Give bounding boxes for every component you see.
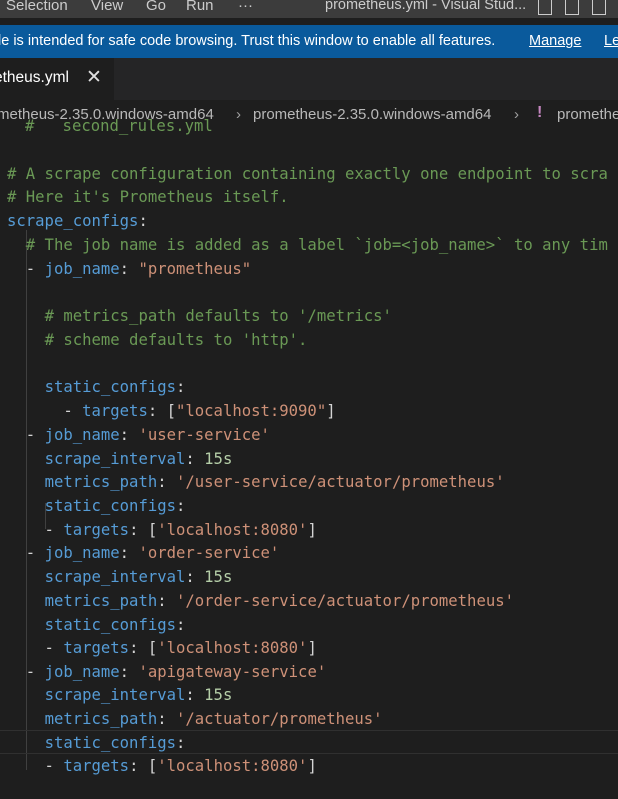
yaml-value: 'localhost:8080' xyxy=(157,757,308,775)
menu-go[interactable]: Go xyxy=(146,0,166,14)
menu-selection[interactable]: Selection xyxy=(6,0,68,14)
yaml-value: 15s xyxy=(204,450,233,468)
banner-message: le is intended for safe code browsing. T… xyxy=(0,33,496,49)
code-line: - job_name: 'order-service' xyxy=(7,544,280,562)
toggle-panel-icon[interactable] xyxy=(565,0,579,15)
yaml-key: metrics_path xyxy=(44,592,158,610)
code-line: static_configs: xyxy=(44,734,186,752)
yaml-key: static_configs xyxy=(44,497,176,515)
yaml-key: scrape_interval xyxy=(44,568,186,586)
code-line: metrics_path: '/actuator/prometheus' xyxy=(44,710,383,728)
comment: # second_rules.yml xyxy=(25,118,213,135)
code-line: scrape_interval: 15s xyxy=(44,450,233,468)
title-bar: Selection View Go Run ··· prometheus.yml… xyxy=(0,0,618,18)
toggle-sidebar-icon[interactable] xyxy=(538,0,552,15)
code-line: - job_name: 'user-service' xyxy=(7,426,270,444)
toggle-secondary-sidebar-icon[interactable] xyxy=(592,0,606,15)
yaml-key: scrape_interval xyxy=(44,450,186,468)
code-line: # A scrape configuration containing exac… xyxy=(7,163,608,186)
yaml-key: static_configs xyxy=(44,616,176,634)
menu-more[interactable]: ··· xyxy=(238,0,253,14)
code-line: static_configs: xyxy=(44,378,186,396)
code-line: # metrics_path defaults to '/metrics' xyxy=(7,305,392,328)
code-line: - job_name: "prometheus" xyxy=(7,260,252,278)
yaml-value: 'user-service' xyxy=(138,426,270,444)
yaml-value: "localhost:9090" xyxy=(176,402,327,420)
yaml-value: 15s xyxy=(204,568,233,586)
yaml-key: targets xyxy=(63,757,130,775)
code-line: # The job name is added as a label `job=… xyxy=(7,234,608,257)
code-line: metrics_path: '/user-service/actuator/pr… xyxy=(44,473,505,491)
code-line: - targets: ['localhost:8080'] xyxy=(7,521,317,539)
code-line: # Here it's Prometheus itself. xyxy=(7,186,289,209)
manage-link[interactable]: Manage xyxy=(529,33,581,49)
code-line: static_configs: xyxy=(44,497,186,515)
menu-run[interactable]: Run xyxy=(186,0,214,14)
yaml-key: metrics_path xyxy=(44,710,158,728)
yaml-key: job_name xyxy=(44,544,120,562)
yaml-value: 'apigateway-service' xyxy=(138,663,327,681)
yaml-key: targets xyxy=(82,402,148,420)
yaml-key: static_configs xyxy=(44,734,176,752)
code-line: - job_name: 'apigateway-service' xyxy=(7,663,327,681)
code-line: - targets: ['localhost:8080'] xyxy=(7,639,317,657)
yaml-value: '/actuator/prometheus' xyxy=(176,710,383,728)
code-line: static_configs: xyxy=(44,616,186,634)
tab-label: etheus.yml xyxy=(0,69,69,86)
tab-prometheus-yml[interactable]: etheus.yml ✕ xyxy=(0,58,114,100)
menu-view[interactable]: View xyxy=(91,0,123,14)
yaml-key: job_name xyxy=(44,663,120,681)
code-line: - targets: ["localhost:9090"] xyxy=(7,402,336,420)
yaml-value: '/user-service/actuator/prometheus' xyxy=(176,473,505,491)
yaml-value: "prometheus" xyxy=(138,260,252,278)
code-line: scrape_interval: 15s xyxy=(44,686,233,704)
yaml-key: targets xyxy=(63,521,130,539)
code-line: scrape_configs: xyxy=(7,212,148,230)
yaml-value: '/order-service/actuator/prometheus' xyxy=(176,592,514,610)
tab-bar: etheus.yml ✕ xyxy=(0,58,618,100)
restricted-mode-banner: le is intended for safe code browsing. T… xyxy=(0,25,618,58)
code-line: # scheme defaults to 'http'. xyxy=(7,329,308,352)
learn-more-link[interactable]: Le xyxy=(604,33,618,49)
code-line: # second_rules.yml xyxy=(7,118,213,138)
code-line: metrics_path: '/order-service/actuator/p… xyxy=(44,592,514,610)
yaml-key: scrape_configs xyxy=(7,212,139,230)
yaml-key: job_name xyxy=(44,260,120,278)
yaml-value: 'order-service' xyxy=(138,544,280,562)
yaml-value: 15s xyxy=(204,686,233,704)
code-line: - targets: ['localhost:8080'] xyxy=(7,757,317,775)
yaml-key: job_name xyxy=(44,426,120,444)
comment: # The job name is added as a label `job=… xyxy=(25,236,608,254)
close-icon[interactable]: ✕ xyxy=(86,66,102,89)
yaml-value: 'localhost:8080' xyxy=(157,521,308,539)
yaml-value: 'localhost:8080' xyxy=(157,639,308,657)
code-line: scrape_interval: 15s xyxy=(44,568,233,586)
window-title: prometheus.yml - Visual Stud... xyxy=(325,0,527,13)
comment: # Here it's Prometheus itself. xyxy=(7,188,289,206)
yaml-key: scrape_interval xyxy=(44,686,186,704)
comment: # A scrape configuration containing exac… xyxy=(7,165,608,183)
yaml-key: targets xyxy=(63,639,130,657)
yaml-key: static_configs xyxy=(44,378,176,396)
code-editor[interactable]: # second_rules.yml # A scrape configurat… xyxy=(0,118,618,799)
comment: # scheme defaults to 'http'. xyxy=(44,331,308,349)
comment: # metrics_path defaults to '/metrics' xyxy=(44,307,392,325)
yaml-key: metrics_path xyxy=(44,473,158,491)
